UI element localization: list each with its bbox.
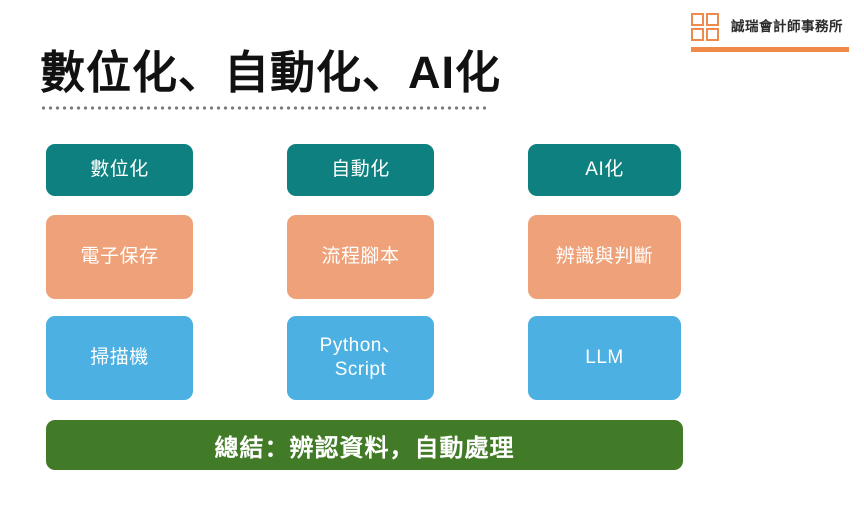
matrix-cell-header-3: AI化: [528, 144, 681, 196]
header-box-automation: 自動化: [287, 144, 434, 196]
matrix-cell-middle-1: 電子保存: [46, 215, 193, 299]
page-title: 數位化、自動化、AI化: [40, 47, 502, 98]
title-dotted-rule: [40, 106, 490, 110]
header-box-digitization: 數位化: [46, 144, 193, 196]
logo-square-top-right: [706, 13, 719, 26]
matrix-bottom-row: 掃描機 Python、 Script LLM: [46, 316, 687, 400]
bottom-box-scanner: 掃描機: [46, 316, 193, 400]
concept-matrix: 數位化 自動化 AI化 電子保存 流程腳本 辨識與判斷 掃描機 Python、 …: [46, 144, 687, 400]
matrix-cell-middle-3: 辨識與判斷: [528, 215, 681, 299]
summary-bar: 總結：辨認資料，自動處理: [46, 420, 683, 470]
middle-box-label-2: 流程腳本: [321, 246, 400, 268]
matrix-cell-header-1: 數位化: [46, 144, 193, 196]
bottom-box-label-1: 掃描機: [90, 347, 149, 369]
brand-row: 誠瑞會計師事務所: [691, 12, 849, 42]
matrix-header-row: 數位化 自動化 AI化: [46, 144, 687, 196]
header-box-label-2: 自動化: [331, 159, 390, 181]
bottom-box-python-script: Python、 Script: [287, 316, 434, 400]
matrix-middle-row: 電子保存 流程腳本 辨識與判斷: [46, 215, 687, 299]
matrix-cell-bottom-2: Python、 Script: [287, 316, 434, 400]
header-box-label-1: 數位化: [90, 159, 149, 181]
middle-box-process-script: 流程腳本: [287, 215, 434, 299]
matrix-cell-middle-2: 流程腳本: [287, 215, 434, 299]
matrix-cell-header-2: 自動化: [287, 144, 434, 196]
matrix-gap-3: [193, 215, 287, 299]
middle-box-electronic-storage: 電子保存: [46, 215, 193, 299]
summary-bar-label: 總結：辨認資料，自動處理: [214, 434, 515, 462]
matrix-gap-4: [434, 215, 528, 299]
matrix-cell-bottom-3: LLM: [528, 316, 681, 400]
middle-box-label-1: 電子保存: [80, 246, 159, 268]
brand-underline-rule: [691, 47, 849, 52]
middle-box-label-3: 辨識與判斷: [555, 246, 654, 268]
bottom-box-llm: LLM: [528, 316, 681, 400]
matrix-gap-5: [193, 316, 287, 400]
logo-square-bottom-right: [706, 28, 719, 41]
matrix-gap-2: [434, 144, 528, 196]
matrix-cell-bottom-1: 掃描機: [46, 316, 193, 400]
middle-box-recognition-judgement: 辨識與判斷: [528, 215, 681, 299]
brand-mark: 誠瑞會計師事務所: [691, 12, 849, 54]
logo-square-bottom-left: [691, 28, 704, 41]
matrix-gap-6: [434, 316, 528, 400]
four-squares-grid-icon: [691, 13, 721, 41]
logo-square-top-left: [691, 13, 704, 26]
header-box-label-3: AI化: [585, 159, 624, 181]
brand-name: 誠瑞會計師事務所: [731, 19, 843, 35]
matrix-gap-1: [193, 144, 287, 196]
bottom-box-label-2: Python、 Script: [319, 335, 402, 380]
bottom-box-label-3: LLM: [585, 347, 624, 369]
header-box-ai: AI化: [528, 144, 681, 196]
